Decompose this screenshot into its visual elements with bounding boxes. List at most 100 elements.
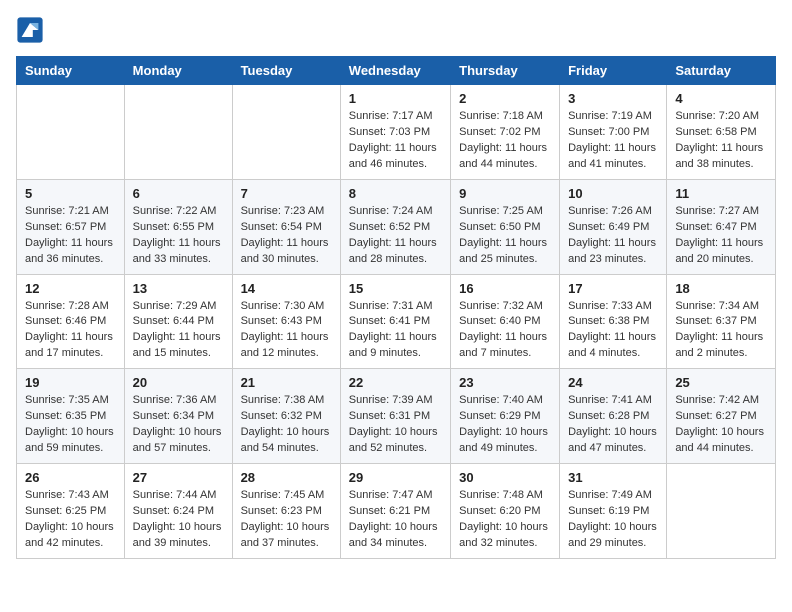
day-number: 31	[568, 470, 658, 485]
logo	[16, 16, 46, 44]
calendar-cell: 26Sunrise: 7:43 AM Sunset: 6:25 PM Dayli…	[17, 464, 125, 559]
day-info: Sunrise: 7:45 AM Sunset: 6:23 PM Dayligh…	[241, 488, 332, 552]
calendar-cell: 20 Sunrise: 7:36 AM Sunset: 6:34 PM Dayli…	[124, 369, 232, 464]
day-header-sunday: Sunday	[17, 57, 125, 85]
day-number: 14	[241, 281, 332, 296]
calendar-cell: 1Sunrise: 7:17 AM Sunset: 7:03 PM Daylig…	[340, 85, 450, 180]
day-info: Sunrise: 7:24 AM Sunset: 6:52 PM Dayligh…	[349, 204, 442, 268]
calendar-cell	[667, 464, 776, 559]
day-info: Sunrise: 7:17 AM Sunset: 7:03 PM Dayligh…	[349, 109, 442, 173]
day-info: Sunrise: 7:43 AM Sunset: 6:25 PM Dayligh…	[25, 488, 116, 552]
day-info: Sunrise: 7:40 AM Sunset: 6:29 PM Dayligh…	[459, 393, 551, 457]
calendar-cell: 29 Sunrise: 7:47 AM Sunset: 6:21 PM Dayli…	[340, 464, 450, 559]
day-info: Sunrise: 7:38 AM Sunset: 6:32 PM Dayligh…	[241, 393, 332, 457]
day-number: 29	[349, 470, 442, 485]
calendar-cell: 6 Sunrise: 7:22 AM Sunset: 6:55 PM Daylig…	[124, 179, 232, 274]
calendar-cell: 23 Sunrise: 7:40 AM Sunset: 6:29 PM Dayli…	[451, 369, 560, 464]
calendar-cell: 30 Sunrise: 7:48 AM Sunset: 6:20 PM Dayli…	[451, 464, 560, 559]
calendar-cell: 25Sunrise: 7:42 AM Sunset: 6:27 PM Dayli…	[667, 369, 776, 464]
calendar-cell: 3 Sunrise: 7:19 AM Sunset: 7:00 PM Daylig…	[560, 85, 667, 180]
calendar-header-row: SundayMondayTuesdayWednesdayThursdayFrid…	[17, 57, 776, 85]
calendar-table: SundayMondayTuesdayWednesdayThursdayFrid…	[16, 56, 776, 559]
day-info: Sunrise: 7:27 AM Sunset: 6:47 PM Dayligh…	[675, 204, 767, 268]
day-info: Sunrise: 7:22 AM Sunset: 6:55 PM Dayligh…	[133, 204, 224, 268]
day-header-saturday: Saturday	[667, 57, 776, 85]
calendar-cell: 15 Sunrise: 7:31 AM Sunset: 6:41 PM Dayli…	[340, 274, 450, 369]
calendar-week-4: 19Sunrise: 7:35 AM Sunset: 6:35 PM Dayli…	[17, 369, 776, 464]
day-number: 15	[349, 281, 442, 296]
day-number: 28	[241, 470, 332, 485]
day-number: 27	[133, 470, 224, 485]
day-number: 7	[241, 186, 332, 201]
day-number: 10	[568, 186, 658, 201]
calendar-cell	[17, 85, 125, 180]
calendar-cell: 28 Sunrise: 7:45 AM Sunset: 6:23 PM Dayli…	[232, 464, 340, 559]
calendar-cell: 5Sunrise: 7:21 AM Sunset: 6:57 PM Daylig…	[17, 179, 125, 274]
calendar-cell: 27 Sunrise: 7:44 AM Sunset: 6:24 PM Dayli…	[124, 464, 232, 559]
calendar-cell: 12 Sunrise: 7:28 AM Sunset: 6:46 PM Dayli…	[17, 274, 125, 369]
day-info: Sunrise: 7:42 AM Sunset: 6:27 PM Dayligh…	[675, 393, 767, 457]
day-info: Sunrise: 7:34 AM Sunset: 6:37 PM Dayligh…	[675, 299, 767, 363]
day-info: Sunrise: 7:19 AM Sunset: 7:00 PM Dayligh…	[568, 109, 658, 173]
day-header-friday: Friday	[560, 57, 667, 85]
day-header-monday: Monday	[124, 57, 232, 85]
day-number: 16	[459, 281, 551, 296]
day-header-wednesday: Wednesday	[340, 57, 450, 85]
calendar-cell: 31 Sunrise: 7:49 AM Sunset: 6:19 PM Dayli…	[560, 464, 667, 559]
day-number: 18	[675, 281, 767, 296]
day-number: 30	[459, 470, 551, 485]
day-info: Sunrise: 7:41 AM Sunset: 6:28 PM Dayligh…	[568, 393, 658, 457]
calendar-cell: 17 Sunrise: 7:33 AM Sunset: 6:38 PM Dayli…	[560, 274, 667, 369]
day-number: 6	[133, 186, 224, 201]
calendar-cell	[124, 85, 232, 180]
day-number: 17	[568, 281, 658, 296]
calendar-cell: 18 Sunrise: 7:34 AM Sunset: 6:37 PM Dayli…	[667, 274, 776, 369]
calendar-cell: 14 Sunrise: 7:30 AM Sunset: 6:43 PM Dayli…	[232, 274, 340, 369]
day-header-thursday: Thursday	[451, 57, 560, 85]
day-info: Sunrise: 7:30 AM Sunset: 6:43 PM Dayligh…	[241, 299, 332, 363]
day-info: Sunrise: 7:36 AM Sunset: 6:34 PM Dayligh…	[133, 393, 224, 457]
day-info: Sunrise: 7:47 AM Sunset: 6:21 PM Dayligh…	[349, 488, 442, 552]
calendar-cell: 19Sunrise: 7:35 AM Sunset: 6:35 PM Dayli…	[17, 369, 125, 464]
page-header	[16, 16, 776, 44]
day-number: 24	[568, 375, 658, 390]
day-number: 12	[25, 281, 116, 296]
day-info: Sunrise: 7:32 AM Sunset: 6:40 PM Dayligh…	[459, 299, 551, 363]
day-info: Sunrise: 7:35 AM Sunset: 6:35 PM Dayligh…	[25, 393, 116, 457]
day-info: Sunrise: 7:49 AM Sunset: 6:19 PM Dayligh…	[568, 488, 658, 552]
day-number: 2	[459, 91, 551, 106]
day-info: Sunrise: 7:33 AM Sunset: 6:38 PM Dayligh…	[568, 299, 658, 363]
calendar-cell: 8 Sunrise: 7:24 AM Sunset: 6:52 PM Daylig…	[340, 179, 450, 274]
calendar-cell: 10Sunrise: 7:26 AM Sunset: 6:49 PM Dayli…	[560, 179, 667, 274]
day-number: 20	[133, 375, 224, 390]
calendar-cell: 7 Sunrise: 7:23 AM Sunset: 6:54 PM Daylig…	[232, 179, 340, 274]
calendar-cell: 11 Sunrise: 7:27 AM Sunset: 6:47 PM Dayli…	[667, 179, 776, 274]
calendar-cell: 16 Sunrise: 7:32 AM Sunset: 6:40 PM Dayli…	[451, 274, 560, 369]
day-number: 23	[459, 375, 551, 390]
calendar-week-2: 5Sunrise: 7:21 AM Sunset: 6:57 PM Daylig…	[17, 179, 776, 274]
day-number: 11	[675, 186, 767, 201]
calendar-cell: 24 Sunrise: 7:41 AM Sunset: 6:28 PM Dayli…	[560, 369, 667, 464]
day-number: 9	[459, 186, 551, 201]
day-number: 8	[349, 186, 442, 201]
day-info: Sunrise: 7:20 AM Sunset: 6:58 PM Dayligh…	[675, 109, 767, 173]
calendar-week-3: 12 Sunrise: 7:28 AM Sunset: 6:46 PM Dayli…	[17, 274, 776, 369]
day-info: Sunrise: 7:23 AM Sunset: 6:54 PM Dayligh…	[241, 204, 332, 268]
calendar-cell: 22 Sunrise: 7:39 AM Sunset: 6:31 PM Dayli…	[340, 369, 450, 464]
day-number: 3	[568, 91, 658, 106]
calendar-cell: 4Sunrise: 7:20 AM Sunset: 6:58 PM Daylig…	[667, 85, 776, 180]
calendar-body: 1Sunrise: 7:17 AM Sunset: 7:03 PM Daylig…	[17, 85, 776, 559]
day-info: Sunrise: 7:48 AM Sunset: 6:20 PM Dayligh…	[459, 488, 551, 552]
day-number: 13	[133, 281, 224, 296]
day-info: Sunrise: 7:31 AM Sunset: 6:41 PM Dayligh…	[349, 299, 442, 363]
calendar-cell	[232, 85, 340, 180]
day-info: Sunrise: 7:39 AM Sunset: 6:31 PM Dayligh…	[349, 393, 442, 457]
day-info: Sunrise: 7:44 AM Sunset: 6:24 PM Dayligh…	[133, 488, 224, 552]
calendar-cell: 21Sunrise: 7:38 AM Sunset: 6:32 PM Dayli…	[232, 369, 340, 464]
day-number: 22	[349, 375, 442, 390]
calendar-cell: 13Sunrise: 7:29 AM Sunset: 6:44 PM Dayli…	[124, 274, 232, 369]
calendar-cell: 2 Sunrise: 7:18 AM Sunset: 7:02 PM Daylig…	[451, 85, 560, 180]
day-info: Sunrise: 7:28 AM Sunset: 6:46 PM Dayligh…	[25, 299, 116, 363]
day-info: Sunrise: 7:21 AM Sunset: 6:57 PM Dayligh…	[25, 204, 116, 268]
day-info: Sunrise: 7:18 AM Sunset: 7:02 PM Dayligh…	[459, 109, 551, 173]
